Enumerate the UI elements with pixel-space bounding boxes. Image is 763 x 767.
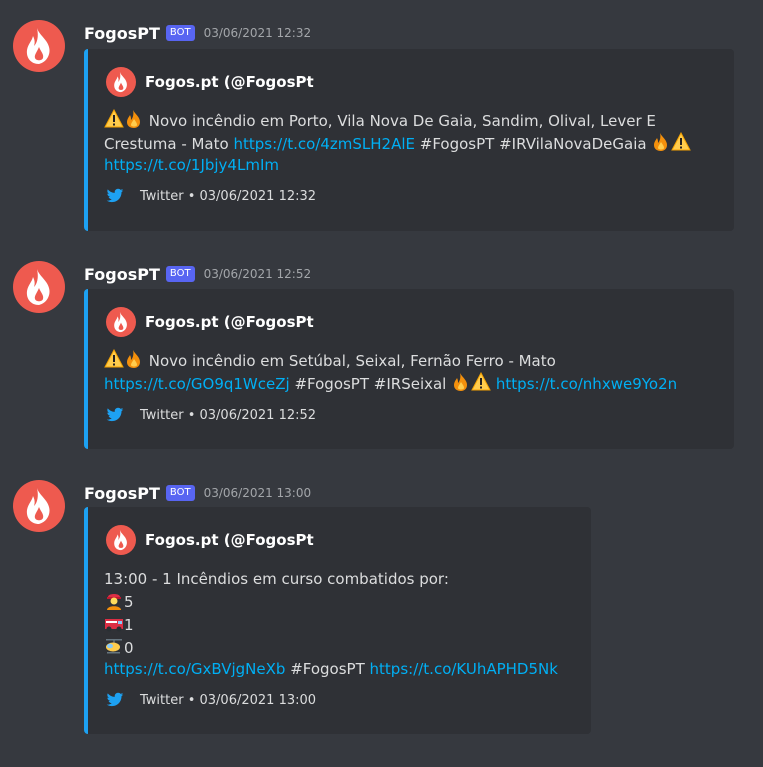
flame-icon (112, 529, 130, 551)
embed-author[interactable]: Fogos.pt (@FogosPt (106, 67, 314, 97)
flame-icon (112, 71, 130, 93)
warning-icon (471, 372, 491, 392)
timestamp[interactable]: 03/06/2021 13:00 (204, 486, 312, 500)
bot-avatar[interactable] (13, 261, 65, 313)
flame-icon (112, 311, 130, 333)
helicopter-icon (104, 636, 124, 656)
message-header: FogosPT BOT 03/06/2021 13:00 (84, 481, 311, 505)
tweet-embed: Fogos.pt (@FogosPt Novo incêndio em Port… (84, 49, 734, 231)
flame-icon (23, 487, 55, 525)
timestamp[interactable]: 03/06/2021 12:32 (204, 26, 312, 40)
embed-description: Novo incêndio em Setúbal, Seixal, Fernão… (104, 349, 677, 395)
author-name[interactable]: Fogos.pt (@FogosPt (145, 313, 314, 331)
message-header: FogosPT BOT 03/06/2021 12:32 (84, 21, 311, 45)
truck-count: 1 (124, 616, 134, 634)
message-header: FogosPT BOT 03/06/2021 12:52 (84, 262, 311, 286)
bot-tag: BOT (165, 25, 195, 41)
warning-icon (104, 349, 124, 369)
footer-text: Twitter • 03/06/2021 12:52 (140, 407, 317, 423)
author-avatar (106, 67, 136, 97)
hashtags: #FogosPT #IRSeixal (289, 375, 452, 393)
warning-icon (671, 132, 691, 152)
author-name[interactable]: Fogos.pt (@FogosPt (145, 531, 314, 549)
media-link[interactable]: https://t.co/nhxwe9Yo2n (496, 375, 677, 393)
embed-author[interactable]: Fogos.pt (@FogosPt (106, 525, 314, 555)
media-link[interactable]: https://t.co/KUhAPHD5Nk (370, 660, 558, 678)
tweet-embed: Fogos.pt (@FogosPt 13:00 - 1 Incêndios e… (84, 507, 591, 734)
hashtags: #FogosPT #IRVilaNovaDeGaia (415, 135, 652, 153)
author-avatar (106, 307, 136, 337)
helicopter-count: 0 (124, 639, 134, 657)
message: FogosPT BOT 03/06/2021 12:52 Fogos.pt (@… (0, 261, 763, 461)
twitter-icon (106, 692, 124, 707)
flame-icon (23, 27, 55, 65)
fire-icon (124, 349, 144, 369)
firefighter-count: 5 (124, 593, 134, 611)
tweet-embed: Fogos.pt (@FogosPt Novo incêndio em Setú… (84, 289, 734, 449)
tweet-link[interactable]: https://t.co/GxBVjgNeXb (104, 660, 285, 678)
twitter-icon (106, 407, 124, 422)
fire-truck-icon (104, 613, 124, 633)
hashtags: #FogosPT (285, 660, 370, 678)
username[interactable]: FogosPT (84, 265, 160, 284)
author-name[interactable]: Fogos.pt (@FogosPt (145, 73, 314, 91)
twitter-icon (106, 188, 124, 203)
embed-footer: Twitter • 03/06/2021 12:52 (106, 407, 316, 423)
fire-icon (451, 372, 471, 392)
footer-text: Twitter • 03/06/2021 12:32 (140, 188, 317, 204)
tweet-link[interactable]: https://t.co/GO9q1WceZj (104, 375, 290, 393)
fire-icon (124, 109, 144, 129)
flame-icon (23, 268, 55, 306)
author-avatar (106, 525, 136, 555)
timestamp[interactable]: 03/06/2021 12:52 (204, 267, 312, 281)
media-link[interactable]: https://t.co/1Jbjy4LmIm (104, 156, 279, 174)
fire-icon (651, 132, 671, 152)
firefighter-icon (104, 590, 124, 610)
embed-description: Novo incêndio em Porto, Vila Nova De Gai… (104, 109, 691, 176)
embed-footer: Twitter • 03/06/2021 12:32 (106, 188, 316, 204)
embed-author[interactable]: Fogos.pt (@FogosPt (106, 307, 314, 337)
bot-avatar[interactable] (13, 20, 65, 72)
tweet-link[interactable]: https://t.co/4zmSLH2AlE (233, 135, 415, 153)
desc-line1: Novo incêndio em Porto, Vila Nova De Gai… (144, 112, 656, 130)
embed-description: 13:00 - 1 Incêndios em curso combatidos … (104, 569, 558, 680)
bot-tag: BOT (165, 485, 195, 501)
username[interactable]: FogosPT (84, 24, 160, 43)
message: FogosPT BOT 03/06/2021 12:32 Fogos.pt (@… (0, 20, 763, 240)
bot-avatar[interactable] (13, 480, 65, 532)
embed-footer: Twitter • 03/06/2021 13:00 (106, 692, 316, 708)
message: FogosPT BOT 03/06/2021 13:00 Fogos.pt (@… (0, 480, 763, 740)
footer-text: Twitter • 03/06/2021 13:00 (140, 692, 317, 708)
bot-tag: BOT (165, 266, 195, 282)
desc-line1: Novo incêndio em Setúbal, Seixal, Fernão… (144, 352, 556, 370)
desc-text: Crestuma - Mato (104, 135, 234, 153)
desc-line1: 13:00 - 1 Incêndios em curso combatidos … (104, 570, 449, 588)
warning-icon (104, 109, 124, 129)
username[interactable]: FogosPT (84, 484, 160, 503)
